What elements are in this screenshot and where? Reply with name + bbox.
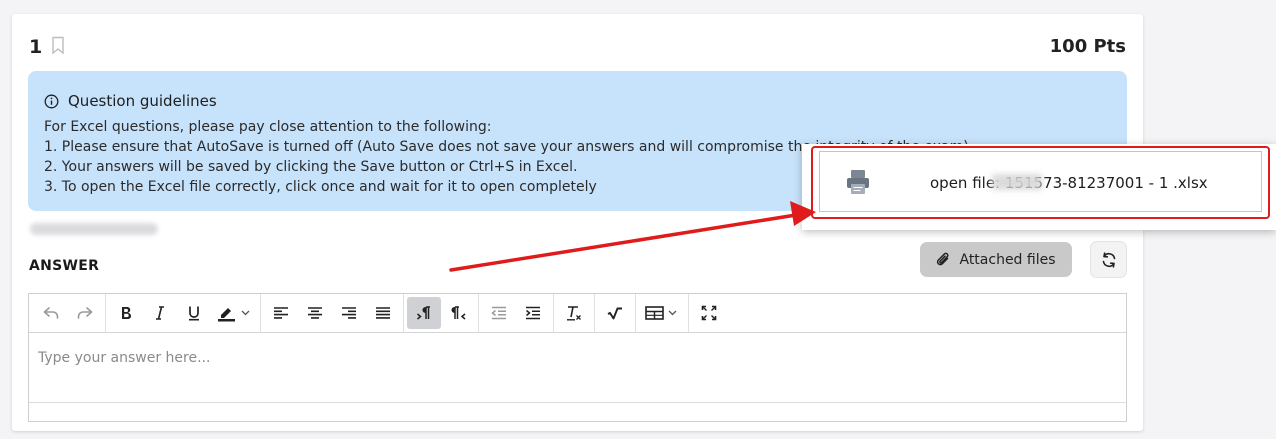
guidelines-title-text: Question guidelines — [68, 92, 217, 110]
align-right-icon — [342, 307, 356, 319]
italic-button[interactable] — [143, 297, 177, 329]
align-right-button[interactable] — [332, 297, 366, 329]
highlight-color-icon — [218, 308, 250, 322]
align-left-icon — [274, 307, 288, 319]
paperclip-icon — [937, 252, 950, 265]
attached-files-button[interactable]: Attached files — [920, 242, 1072, 277]
highlight-color-button[interactable] — [211, 297, 257, 329]
toolbar-group-view — [689, 294, 729, 332]
toolbar-group-history — [31, 294, 106, 332]
refresh-button[interactable] — [1090, 241, 1127, 278]
redo-button[interactable] — [68, 297, 102, 329]
toolbar-group-clear — [554, 294, 595, 332]
toolbar-group-align — [261, 294, 404, 332]
clear-format-icon — [567, 306, 581, 321]
answer-text-area[interactable]: Type your answer here... — [29, 333, 1126, 403]
guideline-line: For Excel questions, please pay close at… — [44, 119, 492, 135]
answer-placeholder: Type your answer here... — [38, 350, 211, 366]
info-icon — [44, 94, 59, 108]
indent-icon — [526, 306, 540, 320]
outdent-icon — [491, 306, 506, 320]
bookmark-icon[interactable] — [50, 36, 66, 55]
guidelines-title: Question guidelines — [44, 92, 217, 110]
italic-icon — [156, 306, 164, 320]
annotation-highlight-box — [811, 146, 1270, 219]
toolbar-group-direction — [404, 294, 479, 332]
outdent-button[interactable] — [482, 297, 516, 329]
bold-icon — [122, 307, 131, 319]
ltr-button[interactable] — [407, 297, 441, 329]
align-justify-button[interactable] — [366, 297, 400, 329]
editor-toolbar — [29, 294, 1126, 333]
math-button[interactable] — [598, 297, 632, 329]
rtl-icon — [451, 306, 466, 320]
undo-icon — [43, 307, 59, 319]
underline-icon — [189, 306, 199, 321]
question-number: 1 — [29, 36, 43, 58]
refresh-icon — [1102, 251, 1115, 268]
question-points: 100 Pts — [1049, 36, 1126, 57]
toolbar-group-table — [636, 294, 689, 332]
align-center-icon — [308, 307, 322, 319]
fullscreen-icon — [701, 305, 717, 321]
align-justify-icon — [376, 307, 390, 319]
answer-label: ANSWER — [29, 258, 100, 274]
attached-files-label: Attached files — [959, 251, 1056, 268]
undo-button[interactable] — [34, 297, 68, 329]
toolbar-group-format — [106, 294, 261, 332]
indent-button[interactable] — [516, 297, 550, 329]
align-left-button[interactable] — [264, 297, 298, 329]
rtl-button[interactable] — [441, 297, 475, 329]
table-icon — [645, 306, 677, 320]
blurred-text — [30, 223, 158, 235]
fullscreen-button[interactable] — [692, 297, 726, 329]
attached-files-popup: open file: 151573-81237001 - 1 .xlsx — [802, 144, 1276, 230]
align-center-button[interactable] — [298, 297, 332, 329]
bold-button[interactable] — [109, 297, 143, 329]
table-button[interactable] — [639, 297, 685, 329]
clear-format-button[interactable] — [557, 297, 591, 329]
underline-button[interactable] — [177, 297, 211, 329]
answer-editor: Type your answer here... — [28, 293, 1127, 422]
redo-icon — [77, 307, 93, 319]
ltr-icon — [417, 306, 430, 320]
math-icon — [607, 307, 622, 320]
toolbar-group-indent — [479, 294, 554, 332]
toolbar-group-math — [595, 294, 636, 332]
